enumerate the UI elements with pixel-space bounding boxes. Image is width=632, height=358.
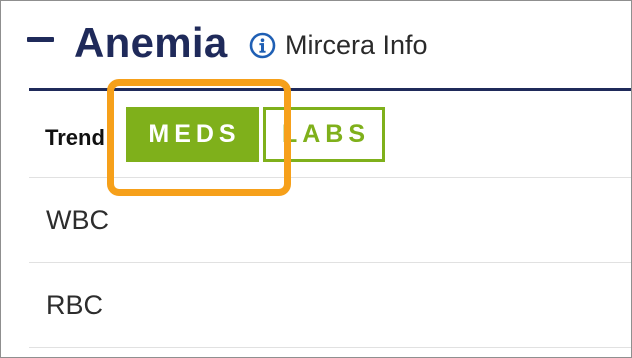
row-label-wbc: WBC: [46, 205, 109, 235]
trend-label: Trend: [45, 125, 105, 150]
info-circle-icon: [249, 32, 276, 59]
collapse-minus-icon[interactable]: [27, 37, 54, 42]
table-row[interactable]: RBC: [29, 263, 631, 348]
info-link-label: Mircera Info: [285, 30, 428, 60]
mircera-info-link[interactable]: Mircera Info: [249, 27, 428, 63]
meds-labs-tab-bar: MEDS LABS: [126, 107, 385, 162]
table-row[interactable]: WBC: [29, 178, 631, 263]
anemia-panel: Anemia Mircera Info Trend WBC RBC MEDS L…: [0, 0, 632, 358]
tab-labs[interactable]: LABS: [263, 107, 385, 162]
section-title: Anemia: [74, 19, 228, 66]
tab-meds[interactable]: MEDS: [126, 107, 259, 162]
row-label-rbc: RBC: [46, 290, 104, 320]
